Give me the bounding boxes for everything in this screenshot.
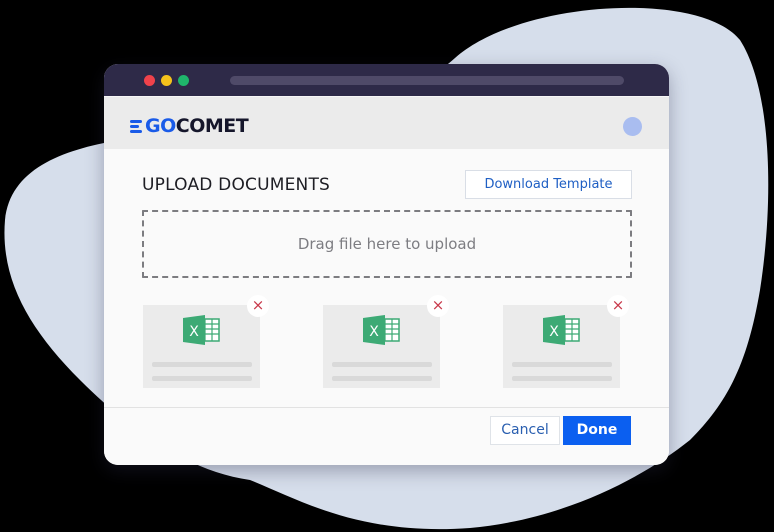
- browser-window: GO COMET UPLOAD DOCUMENTS Download Templ…: [104, 64, 669, 465]
- file-meta-placeholder: [332, 376, 432, 381]
- page-title: UPLOAD DOCUMENTS: [142, 175, 331, 195]
- svg-text:X: X: [549, 324, 559, 340]
- speed-lines-icon: [130, 119, 144, 133]
- file-name-placeholder: [512, 362, 612, 367]
- excel-file-icon: X: [363, 315, 400, 345]
- file-dropzone[interactable]: Drag file here to upload: [142, 210, 632, 278]
- close-window-button[interactable]: [144, 75, 155, 86]
- upload-panel: UPLOAD DOCUMENTS Download Template Drag …: [104, 149, 669, 465]
- logo-comet-text: COMET: [175, 115, 249, 137]
- title-bar: [104, 64, 669, 96]
- user-avatar[interactable]: [623, 117, 642, 136]
- file-meta-placeholder: [152, 376, 252, 381]
- file-name-placeholder: [152, 362, 252, 367]
- file-meta-placeholder: [512, 376, 612, 381]
- excel-file-icon: X: [543, 315, 580, 345]
- gocomet-logo[interactable]: GO COMET: [130, 115, 249, 137]
- footer-divider: [104, 407, 669, 408]
- maximize-window-button[interactable]: [178, 75, 189, 86]
- remove-file-button[interactable]: ×: [247, 295, 269, 317]
- address-bar[interactable]: [230, 76, 624, 85]
- svg-text:X: X: [189, 324, 199, 340]
- remove-file-button[interactable]: ×: [427, 295, 449, 317]
- file-name-placeholder: [332, 362, 432, 367]
- file-card[interactable]: X: [503, 305, 620, 388]
- done-button[interactable]: Done: [563, 416, 631, 445]
- remove-file-button[interactable]: ×: [607, 295, 629, 317]
- download-template-button[interactable]: Download Template: [465, 170, 632, 199]
- file-card[interactable]: X: [143, 305, 260, 388]
- file-card[interactable]: X: [323, 305, 440, 388]
- logo-go-text: GO: [145, 115, 176, 137]
- svg-text:X: X: [369, 324, 379, 340]
- excel-file-icon: X: [183, 315, 220, 345]
- minimize-window-button[interactable]: [161, 75, 172, 86]
- app-header: GO COMET: [104, 96, 669, 150]
- dropzone-text: Drag file here to upload: [297, 235, 477, 253]
- cancel-button[interactable]: Cancel: [490, 416, 560, 445]
